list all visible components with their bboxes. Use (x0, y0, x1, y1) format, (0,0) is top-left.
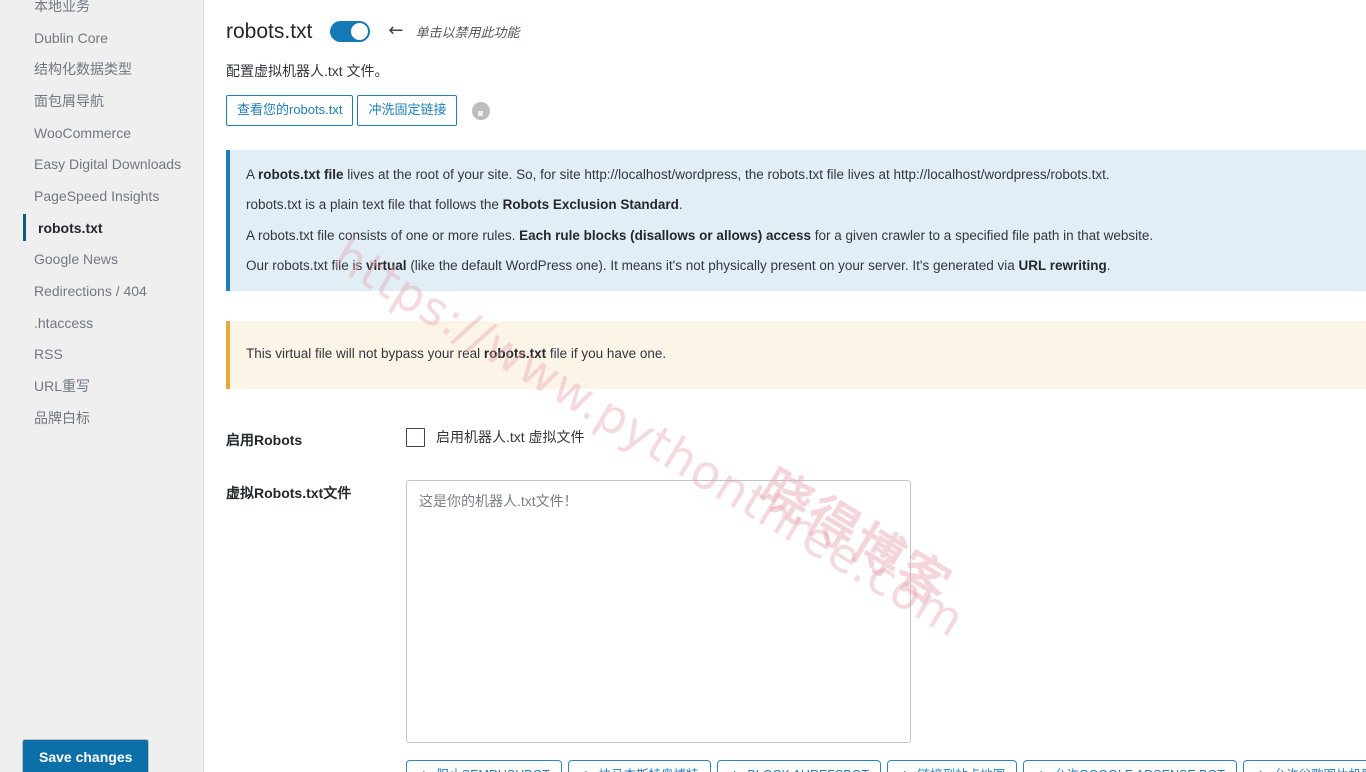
virtual-robots-file-row: 虚拟Robots.txt文件 +阻止SEMRUSHBOT +块马杰斯特奥博特 +BL… (226, 480, 1366, 772)
preset-button-label: 允许GOOGLE ADSENSE BOT (1054, 768, 1225, 772)
preset-button-1[interactable]: +块马杰斯特奥博特 (567, 760, 711, 772)
sidebar-item-label: Google News (34, 251, 119, 268)
sidebar-item-12[interactable]: URL重写 (0, 370, 203, 402)
main-content: robots.txt ← 单击以禁用此功能 配置虚拟机器人.txt 文件。 查看… (204, 0, 1366, 772)
preset-button-label: 链接到站点地图 (918, 768, 1006, 772)
preset-button-4[interactable]: +允许GOOGLE ADSENSE BOT (1023, 760, 1237, 772)
sidebar-item-label: 品牌白标 (34, 409, 90, 426)
sidebar-menu: 本地业务 Dublin Core 结构化数据类型 面包屑导航 WooCommerce Ea… (0, 0, 203, 434)
notice-line: A robots.txt file lives at the root of y… (246, 167, 1110, 183)
notice-line: This virtual file will not bypass your r… (246, 346, 667, 361)
virtual-robots-file-label: 虚拟Robots.txt文件 (226, 485, 352, 502)
sidebar-item-label: WooCommerce (34, 124, 131, 141)
sidebar-item-5[interactable]: Easy Digital Downloads (0, 148, 203, 180)
sidebar-item-11[interactable]: RSS (0, 339, 203, 371)
warning-notice: This virtual file will not bypass your r… (226, 321, 1366, 390)
preset-button-2[interactable]: +BLOCK AHREFSBOT (716, 760, 881, 772)
enable-robots-checkbox[interactable] (406, 427, 425, 447)
preset-button-label: 允许谷歌图片机器人 (1274, 768, 1366, 772)
arrow-left-icon: ← (388, 20, 404, 41)
notice-line: Our robots.txt file is virtual (like the… (246, 257, 1111, 273)
enable-robots-checkbox-label: 启用机器人.txt 虚拟文件 (436, 429, 585, 446)
sidebar-item-9[interactable]: Redirections / 404 (0, 275, 203, 307)
sidebar: 本地业务 Dublin Core 结构化数据类型 面包屑导航 WooCommerce Ea… (0, 0, 204, 772)
enable-robots-label: 启用Robots (226, 432, 303, 449)
sidebar-item-label: robots.txt (38, 219, 103, 236)
preset-button-3[interactable]: +链接到站点地图 (886, 760, 1018, 772)
save-changes-container: Save changes (23, 740, 149, 772)
sidebar-item-label: 结构化数据类型 (34, 61, 132, 78)
feature-enable-toggle[interactable] (330, 20, 371, 42)
textarea-and-presets: +阻止SEMRUSHBOT +块马杰斯特奥博特 +BLOCK AHREFSBOT +链… (406, 480, 1366, 772)
action-buttons-row: 查看您的robots.txt 冲洗固定链接 (226, 95, 1366, 127)
page-header: robots.txt ← 单击以禁用此功能 (204, 0, 1366, 46)
sidebar-item-label: RSS (34, 346, 63, 363)
loading-spinner-icon (472, 101, 491, 120)
preset-button-label: 块马杰斯特奥博特 (599, 768, 699, 772)
sidebar-item-label: 本地业务 (34, 0, 90, 14)
sidebar-item-0[interactable]: 本地业务 (0, 0, 203, 22)
toggle-knob (351, 22, 369, 40)
sidebar-item-10[interactable]: .htaccess (0, 307, 203, 339)
robots-content-textarea[interactable] (406, 480, 911, 744)
sidebar-item-8[interactable]: Google News (0, 244, 203, 276)
preset-rule-buttons: +阻止SEMRUSHBOT +块马杰斯特奥博特 +BLOCK AHREFSBOT +链… (406, 760, 1366, 772)
sidebar-item-label: PageSpeed Insights (34, 187, 160, 204)
view-robots-button[interactable]: 查看您的robots.txt (226, 95, 354, 127)
sidebar-item-13[interactable]: 品牌白标 (0, 402, 203, 434)
notice-line: robots.txt is a plain text file that fol… (246, 197, 683, 213)
sidebar-item-label: Easy Digital Downloads (34, 156, 182, 173)
flush-permalinks-button[interactable]: 冲洗固定链接 (357, 95, 458, 127)
sidebar-item-1[interactable]: Dublin Core (0, 22, 203, 54)
app-root: 本地业务 Dublin Core 结构化数据类型 面包屑导航 WooCommerce Ea… (0, 0, 1366, 772)
preset-button-label: BLOCK AHREFSBOT (747, 768, 869, 772)
sidebar-item-label: URL重写 (34, 378, 91, 395)
preset-button-5[interactable]: +允许谷歌图片机器人 (1242, 760, 1366, 772)
page-description: 配置虚拟机器人.txt 文件。 (226, 63, 389, 79)
sidebar-item-label: 面包屑导航 (34, 92, 104, 109)
preset-button-label: 阻止SEMRUSHBOT (437, 768, 550, 772)
sidebar-item-3[interactable]: 面包屑导航 (0, 85, 203, 117)
notice-line: A robots.txt file consists of one or mor… (246, 227, 1154, 243)
enable-robots-checkbox-wrap[interactable]: 启用机器人.txt 虚拟文件 (406, 427, 585, 447)
page-title: robots.txt (226, 19, 313, 43)
sidebar-item-label: .htaccess (34, 314, 94, 331)
toggle-hint-text: 单击以禁用此功能 (415, 24, 520, 40)
save-changes-button[interactable]: Save changes (23, 740, 149, 772)
sidebar-item-label: Redirections / 404 (34, 283, 147, 300)
sidebar-item-4[interactable]: WooCommerce (0, 117, 203, 149)
sidebar-item-label: Dublin Core (34, 29, 108, 46)
preset-button-0[interactable]: +阻止SEMRUSHBOT (406, 760, 562, 772)
sidebar-item-2[interactable]: 结构化数据类型 (0, 53, 203, 85)
sidebar-item-7[interactable]: robots.txt (0, 212, 203, 244)
sidebar-item-6[interactable]: PageSpeed Insights (0, 180, 203, 212)
enable-robots-row: 启用Robots 启用机器人.txt 虚拟文件 (226, 427, 1366, 450)
info-notice: A robots.txt file lives at the root of y… (226, 150, 1366, 291)
